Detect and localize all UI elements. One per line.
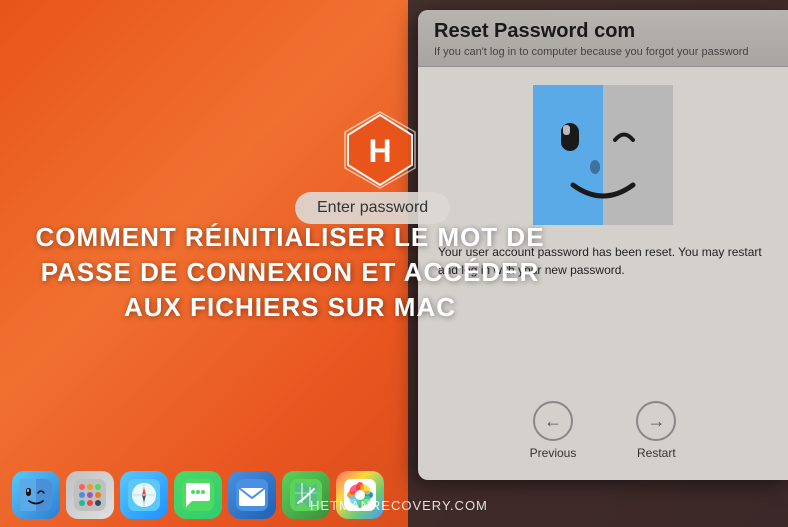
restart-icon: → <box>636 401 676 441</box>
enter-password-label: Enter password <box>317 199 428 216</box>
finder-icon <box>533 85 673 225</box>
svg-text:H: H <box>368 133 391 169</box>
dock-item-mail[interactable] <box>228 471 276 519</box>
finder-icon-area <box>418 67 788 235</box>
previous-button[interactable]: ← Previous <box>530 401 577 460</box>
dock-item-messages[interactable] <box>174 471 222 519</box>
restart-label: Restart <box>637 446 676 460</box>
title-text: COMMENT RÉINITIALISER LE MOT DE PASSE DE… <box>30 220 550 325</box>
dialog-buttons: ← Previous → Restart <box>418 401 788 460</box>
website-url: HETMANRECOVERY.COM <box>310 498 488 513</box>
dock-item-finder[interactable] <box>12 471 60 519</box>
dialog-titlebar: Reset Password com If you can't log in t… <box>418 10 788 67</box>
previous-label: Previous <box>530 446 577 460</box>
restart-button[interactable]: → Restart <box>636 401 676 460</box>
dock-item-safari[interactable] <box>120 471 168 519</box>
main-title: COMMENT RÉINITIALISER LE MOT DE PASSE DE… <box>30 220 550 325</box>
dialog-subtitle: If you can't log in to computer because … <box>434 46 772 58</box>
dock-item-launchpad[interactable] <box>66 471 114 519</box>
enter-password-bubble: Enter password <box>295 192 450 224</box>
hetman-logo: H <box>340 110 420 190</box>
previous-icon: ← <box>533 401 573 441</box>
dialog-title: Reset Password com <box>434 20 772 43</box>
